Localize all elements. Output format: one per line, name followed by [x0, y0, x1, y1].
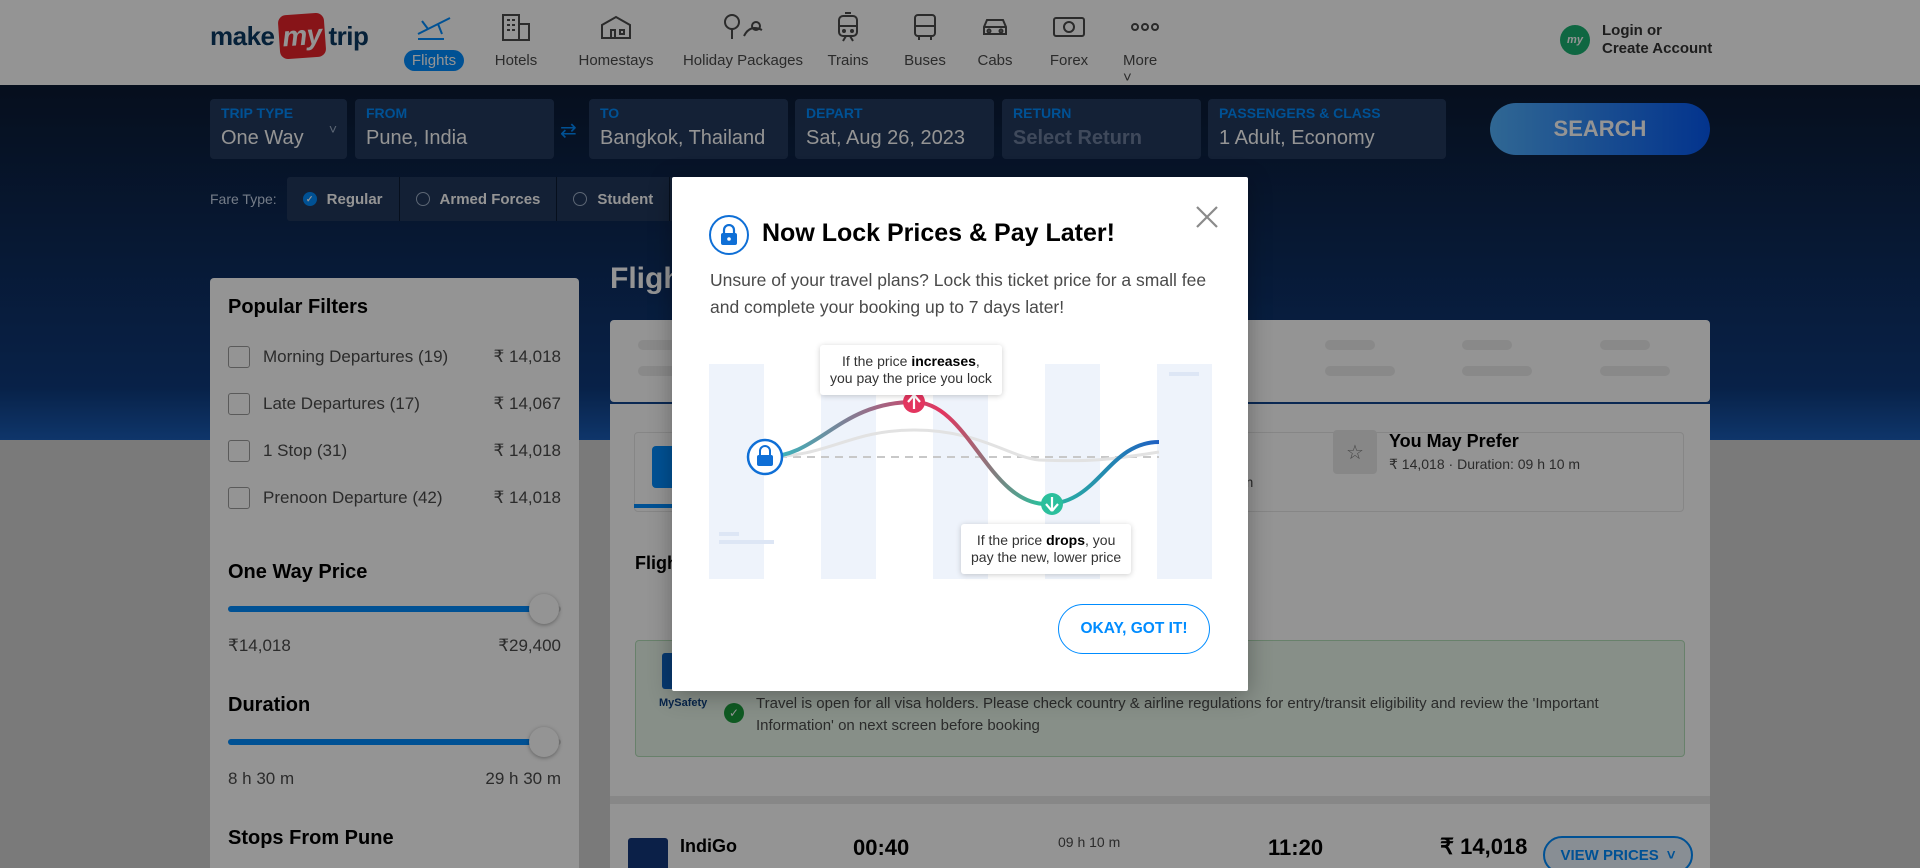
modal-description: Unsure of your travel plans? Lock this t…: [710, 270, 1207, 317]
price-increase-callout: If the price increases, you pay the pric…: [820, 345, 1002, 395]
okay-got-it-button[interactable]: OKAY, GOT IT!: [1058, 604, 1210, 654]
callout-down-line2: pay the new, lower price: [971, 549, 1122, 565]
chart-column: [1157, 364, 1212, 579]
callout-down-post: , you: [1085, 532, 1116, 548]
modal-title: Now Lock Prices & Pay Later!: [762, 219, 1115, 247]
callout-down-pre: If the price: [976, 532, 1047, 548]
callout-down-bold: drops: [1046, 532, 1085, 548]
callout-up-post: ,: [975, 353, 980, 369]
callout-up-bold: increases: [911, 353, 976, 369]
lock-icon: [709, 215, 749, 255]
price-drop-callout: If the price drops, you pay the new, low…: [961, 524, 1132, 574]
lock-price-modal: Now Lock Prices & Pay Later! Unsure of y…: [672, 177, 1248, 691]
close-icon[interactable]: [1192, 202, 1222, 232]
callout-up-line2: you pay the price you lock: [830, 370, 992, 386]
chart-column: [821, 364, 876, 579]
callout-up-pre: If the price: [842, 353, 912, 369]
